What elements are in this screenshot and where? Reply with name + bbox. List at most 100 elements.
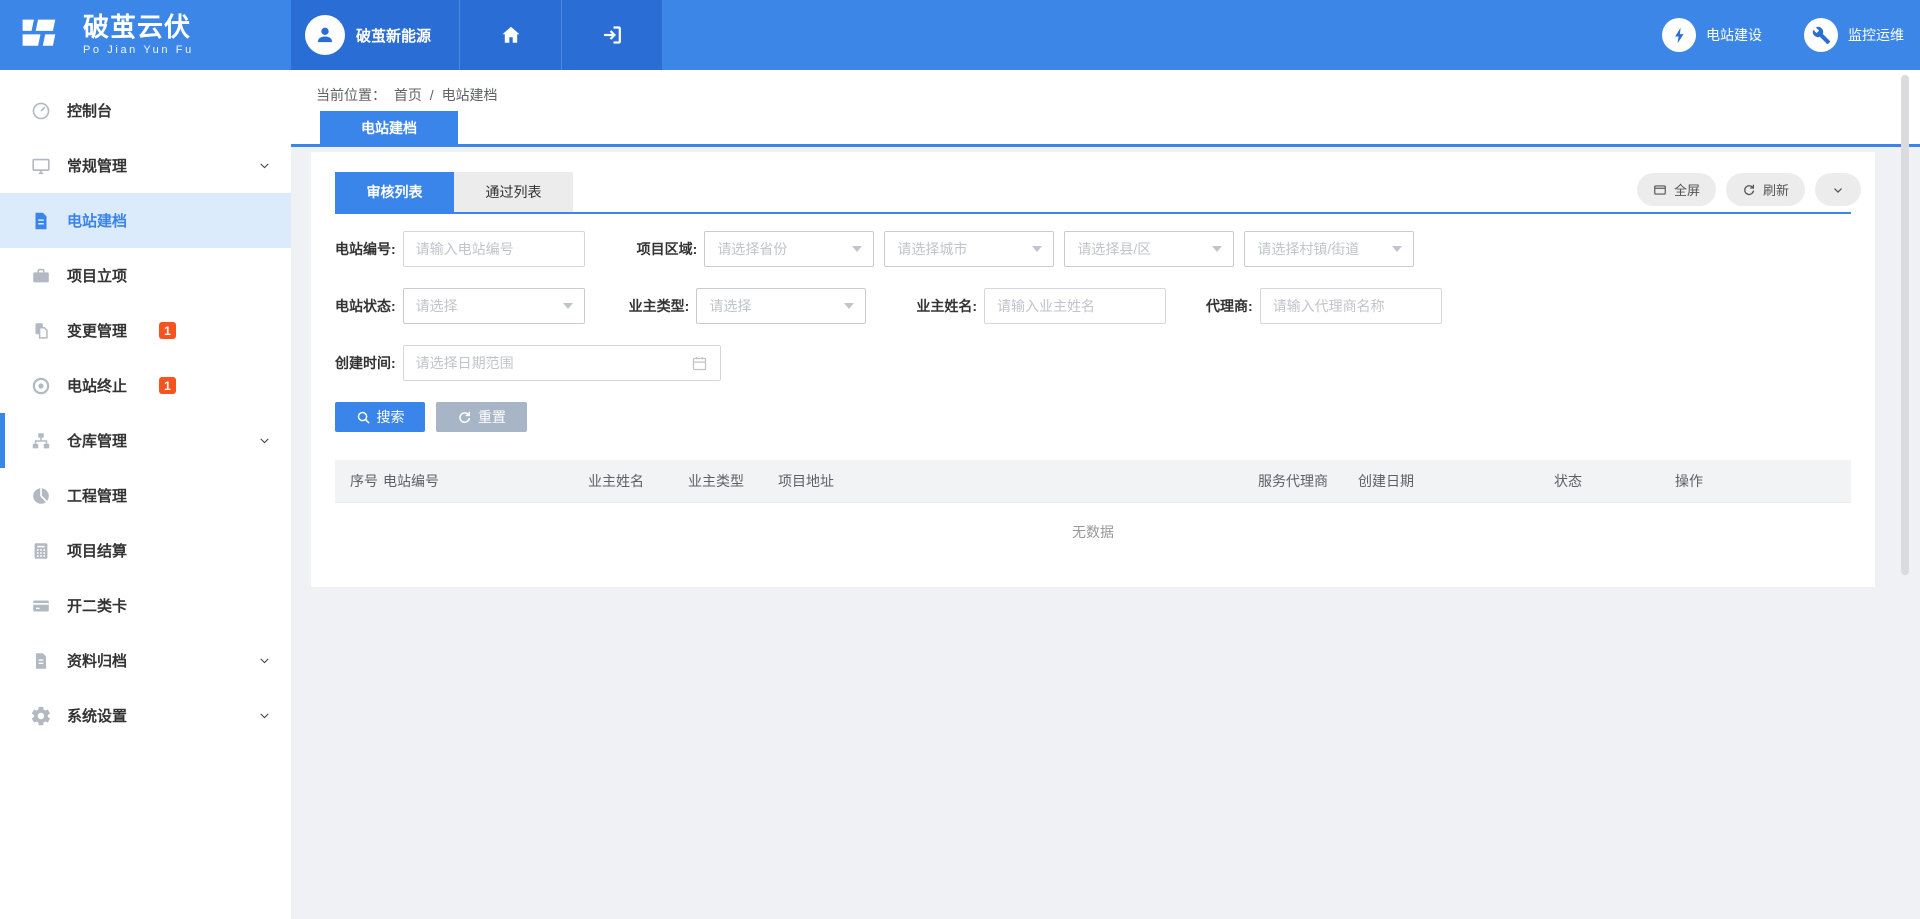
tab-passed-list[interactable]: 通过列表 [454,172,573,212]
filter-row-1: 电站编号: 项目区域: 请选择省份 请选择城市 请选择县/区 [335,231,1851,267]
town-placeholder: 请选择村镇/街道 [1257,239,1359,259]
card-icon [30,595,52,617]
monitor-ops-label: 监控运维 [1848,25,1904,45]
user-icon [312,22,338,48]
monitor-ops-button[interactable]: 监控运维 [1804,18,1904,52]
search-label: 搜索 [377,407,405,427]
town-select[interactable]: 请选择村镇/街道 [1244,231,1414,267]
sidebar-item-label: 电站建档 [67,210,127,231]
home-button[interactable] [460,0,562,70]
sidebar-item-change-mgmt[interactable]: 变更管理 1 [0,303,291,358]
owner-type-placeholder: 请选择 [709,296,751,316]
gauge-icon [30,100,52,122]
calendar-icon [691,355,708,372]
date-range-placeholder: 请选择日期范围 [416,353,514,373]
caret-down-icon [1392,246,1402,252]
briefcase-icon [30,265,52,287]
th-index: 序号 [335,471,383,491]
page-title-tab[interactable]: 电站建档 [320,111,458,144]
search-icon [356,410,371,425]
chevron-down-icon [258,709,271,722]
sidebar-item-station-termination[interactable]: 电站终止 1 [0,358,291,413]
sidebar-item-type2-card[interactable]: 开二类卡 [0,578,291,633]
tab-review-list[interactable]: 审核列表 [335,172,454,212]
wrench-icon [1804,18,1838,52]
filter-row-3: 创建时间: 请选择日期范围 [335,345,1851,381]
sidebar-item-label: 控制台 [67,100,112,121]
reset-button[interactable]: 重置 [436,402,527,432]
sidebar-item-dashboard[interactable]: 控制台 [0,83,291,138]
th-owner-type: 业主类型 [688,471,778,491]
owner-name-input[interactable] [984,288,1166,324]
sidebar-item-project-settlement[interactable]: 项目结算 [0,523,291,578]
county-select[interactable]: 请选择县/区 [1064,231,1234,267]
app-header: 破茧云伏 Po Jian Yun Fu 破茧新能源 [0,0,1920,70]
station-no-input[interactable] [403,231,585,267]
sidebar-item-warehouse-mgmt[interactable]: 仓库管理 [0,413,291,468]
th-service-agent: 服务代理商 [1258,471,1358,491]
search-button[interactable]: 搜索 [335,402,425,432]
main-content: 当前位置： 首页 / 电站建档 电站建档 审核列表 通过列表 全屏 [291,70,1920,919]
calculator-icon [30,540,52,562]
fullscreen-label: 全屏 [1674,180,1700,199]
filter-form: 电站编号: 项目区域: 请选择省份 请选择城市 请选择县/区 [335,214,1851,432]
th-owner-name: 业主姓名 [588,471,688,491]
th-create-date: 创建日期 [1358,471,1554,491]
sidebar-item-label: 仓库管理 [67,430,127,451]
user-menu[interactable]: 破茧新能源 [291,0,460,70]
owner-type-select[interactable]: 请选择 [696,288,866,324]
collapse-button[interactable] [1815,173,1861,206]
caret-down-icon [1212,246,1222,252]
city-placeholder: 请选择城市 [897,239,967,259]
gear-icon [30,705,52,727]
sidebar-item-label: 开二类卡 [67,595,127,616]
station-build-button[interactable]: 电站建设 [1662,18,1762,52]
owner-type-label: 业主类型: [629,296,690,316]
date-range-input[interactable]: 请选择日期范围 [403,345,721,381]
sidebar-item-label: 系统设置 [67,705,127,726]
breadcrumb-prefix: 当前位置： [316,87,386,103]
reset-icon [457,410,472,425]
tabs-row: 审核列表 通过列表 全屏 [335,152,1851,214]
sidebar-item-project-initiation[interactable]: 项目立项 [0,248,291,303]
sidebar-item-label: 项目结算 [67,540,127,561]
refresh-button[interactable]: 刷新 [1726,173,1805,206]
province-select[interactable]: 请选择省份 [704,231,874,267]
agent-label: 代理商: [1206,296,1253,316]
sidebar-item-data-archive[interactable]: 资料归档 [0,633,291,688]
sidebar-item-engineering-mgmt[interactable]: 工程管理 [0,468,291,523]
sidebar-item-label: 工程管理 [67,485,127,506]
agent-input[interactable] [1260,288,1442,324]
brand: 破茧云伏 Po Jian Yun Fu [0,0,291,70]
file-icon [30,210,52,232]
brand-text: 破茧云伏 Po Jian Yun Fu [83,14,194,56]
station-no-label: 电站编号: [335,239,396,259]
scrollbar-thumb[interactable] [1901,75,1909,575]
notification-badge: 1 [159,322,176,339]
fullscreen-icon [1653,183,1667,197]
pie-chart-icon [30,485,52,507]
chevron-down-icon [258,159,271,172]
lightning-icon [1662,18,1696,52]
header-right: 电站建设 监控运维 [662,0,1920,70]
sidebar-item-station-archive[interactable]: 电站建档 [0,193,291,248]
fullscreen-button[interactable]: 全屏 [1637,173,1716,206]
sidebar-item-general-mgmt[interactable]: 常规管理 [0,138,291,193]
caret-down-icon [852,246,862,252]
home-icon [499,23,523,47]
city-select[interactable]: 请选择城市 [884,231,1054,267]
breadcrumb-home[interactable]: 首页 [394,87,422,103]
status-select[interactable]: 请选择 [403,288,585,324]
sidebar: 控制台 常规管理 电站建档 项目立项 [0,70,291,919]
sidebar-item-label: 项目立项 [67,265,127,286]
refresh-icon [1742,183,1756,197]
logout-button[interactable] [562,0,662,70]
chevron-down-icon [258,434,271,447]
th-status: 状态 [1554,471,1675,491]
region-select-group: 请选择省份 请选择城市 请选择县/区 请选择村镇/街道 [704,231,1414,267]
notification-badge: 1 [159,377,176,394]
sidebar-item-system-settings[interactable]: 系统设置 [0,688,291,743]
county-placeholder: 请选择县/区 [1077,239,1151,259]
sidebar-item-label: 资料归档 [67,650,127,671]
brand-name: 破茧云伏 [83,14,194,40]
